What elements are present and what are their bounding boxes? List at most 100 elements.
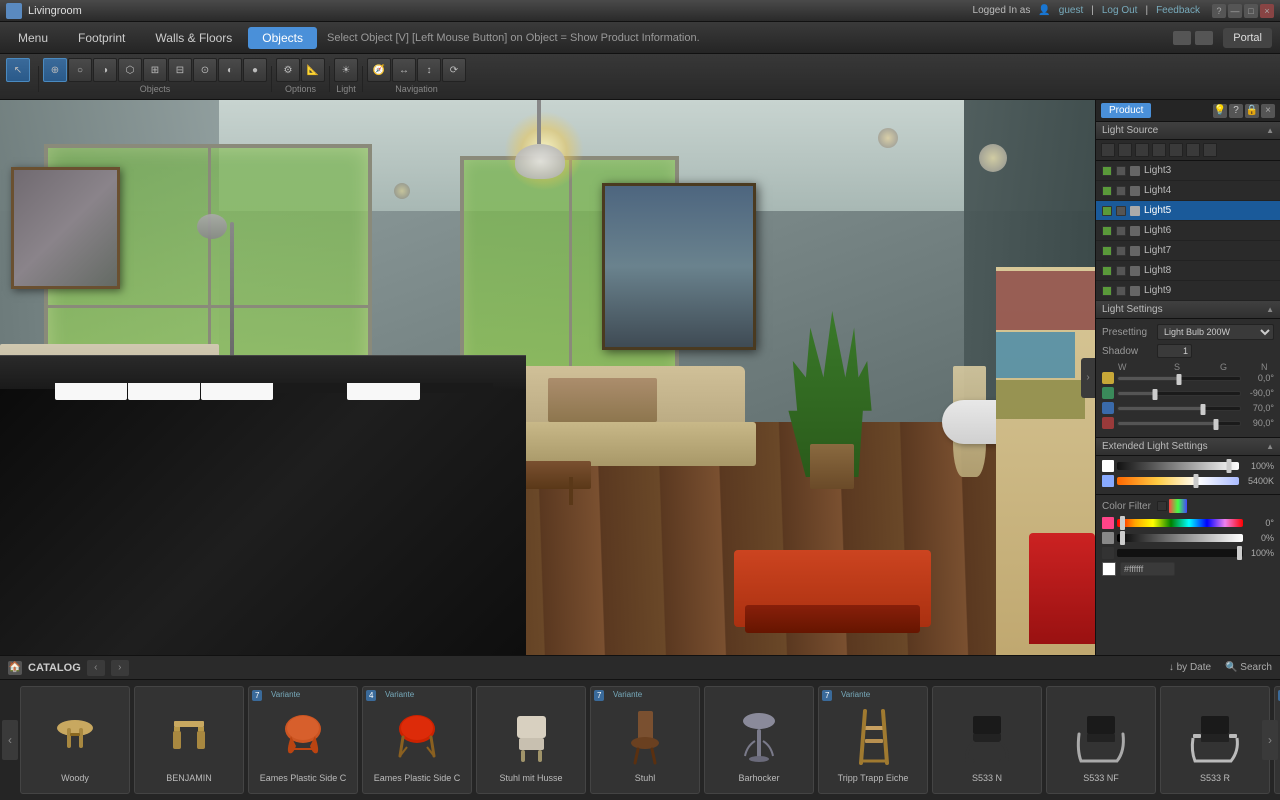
catalog-item-eames1[interactable]: 7 Variante Eames Plastic Side C: [248, 686, 358, 794]
light-item-light6[interactable]: Light6: [1096, 221, 1280, 241]
collapse-light-source[interactable]: ▲: [1266, 126, 1274, 135]
objects-button[interactable]: Objects: [248, 27, 317, 49]
light6-toggle2[interactable]: [1116, 226, 1126, 236]
ls-btn-6[interactable]: [1186, 143, 1200, 157]
delete-button[interactable]: ⊟: [168, 58, 192, 82]
product-tab[interactable]: Product: [1101, 103, 1151, 118]
slider-thumb-1[interactable]: [1177, 374, 1182, 385]
ls-btn-4[interactable]: [1152, 143, 1166, 157]
footprint-button[interactable]: Footprint: [64, 27, 139, 49]
light3-toggle2[interactable]: [1116, 166, 1126, 176]
panel-icon-close[interactable]: ×: [1261, 104, 1275, 118]
temperature-bar[interactable]: [1117, 477, 1239, 485]
light-item-light7[interactable]: Light7: [1096, 241, 1280, 261]
extended-settings-section-header[interactable]: Extended Light Settings ▲: [1096, 438, 1280, 456]
feedback-link[interactable]: Feedback: [1156, 5, 1200, 16]
light-item-light3[interactable]: Light3: [1096, 161, 1280, 181]
light-source-section-header[interactable]: Light Source ▲: [1096, 122, 1280, 140]
ls-btn-7[interactable]: [1203, 143, 1217, 157]
opacity-bar[interactable]: [1117, 549, 1243, 557]
slider-track-3[interactable]: [1117, 406, 1241, 411]
walls-floors-button[interactable]: Walls & Floors: [141, 27, 246, 49]
portal-button[interactable]: Portal: [1223, 28, 1272, 48]
saturation-bar[interactable]: [1117, 534, 1243, 542]
maximize-button[interactable]: □: [1244, 4, 1258, 18]
navigate-button-2[interactable]: ↔: [392, 58, 416, 82]
menu-button[interactable]: Menu: [4, 27, 62, 49]
mirror-button[interactable]: ◐: [218, 58, 242, 82]
light-item-light8[interactable]: Light8: [1096, 261, 1280, 281]
copy-button[interactable]: ⊞: [143, 58, 167, 82]
catalog-item-barhocker[interactable]: Barhocker: [704, 686, 814, 794]
catalog-item-woody[interactable]: Woody: [20, 686, 130, 794]
ls-btn-3[interactable]: [1135, 143, 1149, 157]
light6-toggle[interactable]: [1102, 226, 1112, 236]
align-button[interactable]: ⊙: [193, 58, 217, 82]
catalog-sort[interactable]: ↓ by Date: [1169, 662, 1211, 673]
window-controls[interactable]: ? — □ ×: [1212, 4, 1274, 18]
light3-toggle[interactable]: [1102, 166, 1112, 176]
catalog-search[interactable]: 🔍 Search: [1225, 662, 1272, 673]
light-settings-section-header[interactable]: Light Settings ▲: [1096, 301, 1280, 319]
catalog-item-tripp[interactable]: 7 Variante Tripp Trapp Eiche: [818, 686, 928, 794]
slider-thumb-3[interactable]: [1201, 404, 1206, 415]
minimize-button[interactable]: ?: [1212, 4, 1226, 18]
light7-toggle[interactable]: [1102, 246, 1112, 256]
options-button-1[interactable]: ⚙: [276, 58, 300, 82]
catalog-item-stuhl-husse[interactable]: Stuhl mit Husse: [476, 686, 586, 794]
panel-icon-question[interactable]: ?: [1229, 104, 1243, 118]
navigate-button-4[interactable]: ⟳: [442, 58, 466, 82]
close-button[interactable]: ×: [1260, 4, 1274, 18]
catalog-item-s533r[interactable]: S533 R: [1160, 686, 1270, 794]
scale-button[interactable]: ⬡: [118, 58, 142, 82]
light-item-light5[interactable]: Light5: [1096, 201, 1280, 221]
light8-toggle2[interactable]: [1116, 266, 1126, 276]
light9-toggle[interactable]: [1102, 286, 1112, 296]
collapse-extended[interactable]: ▲: [1266, 442, 1274, 451]
brightness-thumb[interactable]: [1227, 459, 1232, 473]
light7-toggle2[interactable]: [1116, 246, 1126, 256]
restore-button[interactable]: —: [1228, 4, 1242, 18]
navigate-button-1[interactable]: 🧭: [367, 58, 391, 82]
group-button[interactable]: ●: [243, 58, 267, 82]
catalog-item-eames2[interactable]: 4 Variante Eames Plastic Side C: [362, 686, 472, 794]
ls-btn-5[interactable]: [1169, 143, 1183, 157]
hex-color-input[interactable]: [1120, 562, 1175, 576]
light5-toggle[interactable]: [1102, 206, 1112, 216]
light5-toggle2[interactable]: [1116, 206, 1126, 216]
brightness-bar[interactable]: [1117, 462, 1239, 470]
panel-icon-lock[interactable]: 🔒: [1245, 104, 1259, 118]
catalog-scroll-prev[interactable]: ‹: [2, 720, 18, 760]
catalog-nav-prev[interactable]: ‹: [87, 660, 105, 676]
catalog-scroll-next[interactable]: ›: [1262, 720, 1278, 760]
catalog-nav-next[interactable]: ›: [111, 660, 129, 676]
catalog-item-s533nf[interactable]: S533 NF: [1046, 686, 1156, 794]
username[interactable]: guest: [1059, 5, 1083, 16]
collapse-light-settings[interactable]: ▲: [1266, 305, 1274, 314]
presetting-select[interactable]: Light Bulb 200W: [1157, 324, 1274, 340]
light-button[interactable]: ☀: [334, 58, 358, 82]
light-item-light9[interactable]: Light9: [1096, 281, 1280, 301]
slider-thumb-2[interactable]: [1152, 389, 1157, 400]
saturation-thumb[interactable]: [1120, 531, 1125, 545]
panel-icon-bulb[interactable]: 💡: [1213, 104, 1227, 118]
options-button-2[interactable]: 📐: [301, 58, 325, 82]
panel-toggle-button[interactable]: ›: [1081, 358, 1095, 398]
shadow-input[interactable]: [1157, 344, 1192, 358]
light-item-light4[interactable]: Light4: [1096, 181, 1280, 201]
slider-track-1[interactable]: [1117, 376, 1241, 381]
navigate-button-3[interactable]: ↕: [417, 58, 441, 82]
ls-btn-2[interactable]: [1118, 143, 1132, 157]
logout-link[interactable]: Log Out: [1102, 5, 1138, 16]
hue-thumb[interactable]: [1120, 516, 1125, 530]
catalog-item-benjamin[interactable]: BENJAMIN: [134, 686, 244, 794]
color-filter-swatch[interactable]: [1169, 499, 1187, 513]
light9-toggle2[interactable]: [1116, 286, 1126, 296]
3d-viewport[interactable]: ›: [0, 100, 1095, 655]
hue-bar[interactable]: [1117, 519, 1243, 527]
cursor-tool-button[interactable]: ↖: [6, 58, 30, 82]
light4-toggle2[interactable]: [1116, 186, 1126, 196]
slider-track-4[interactable]: [1117, 421, 1241, 426]
slider-thumb-4[interactable]: [1213, 419, 1218, 430]
move-button[interactable]: ○: [68, 58, 92, 82]
